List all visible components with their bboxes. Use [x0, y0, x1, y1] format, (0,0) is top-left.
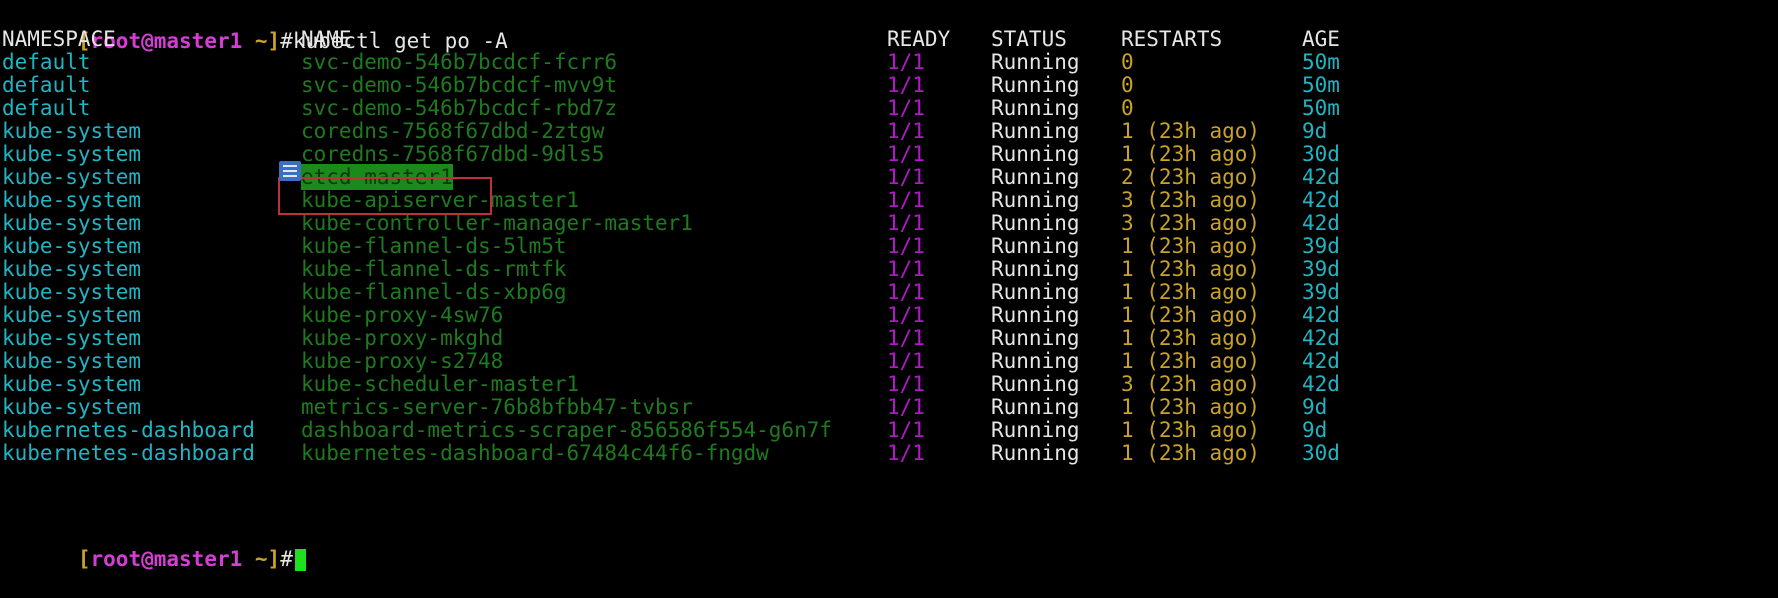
prompt-open-bracket: [: [77, 547, 91, 571]
prompt-symbol: #: [280, 547, 293, 571]
cell-age: 30d: [1302, 441, 1340, 465]
cell-ready: 1/1: [887, 441, 925, 465]
terminal-window[interactable]: [root@master1 ~]#kubectl get po -A NAMES…: [0, 0, 1778, 571]
header-restarts: RESTARTS: [1121, 27, 1223, 51]
prompt-symbol: #: [280, 29, 293, 53]
cell-name: kubernetes-dashboard-67484c44f6-fngdw: [301, 441, 769, 465]
prompt-host: master1: [153, 547, 243, 571]
prompt-at: @: [141, 547, 154, 571]
prompt-host: master1: [153, 29, 243, 53]
prompt-dir: ~]: [242, 29, 281, 53]
cell-namespace: kubernetes-dashboard: [2, 441, 255, 465]
note-icon[interactable]: [279, 161, 301, 181]
command-line: [root@master1 ~]#kubectl get po -A: [0, 2, 508, 53]
cell-status: Running: [991, 441, 1080, 465]
highlight-box: [278, 177, 492, 215]
final-prompt-line[interactable]: [root@master1 ~]#: [0, 520, 306, 571]
cell-restarts: 1 (23h ago): [1121, 441, 1261, 465]
prompt-dir: ~]: [242, 547, 281, 571]
prompt-user: root: [90, 547, 142, 571]
prompt-at: @: [141, 29, 154, 53]
